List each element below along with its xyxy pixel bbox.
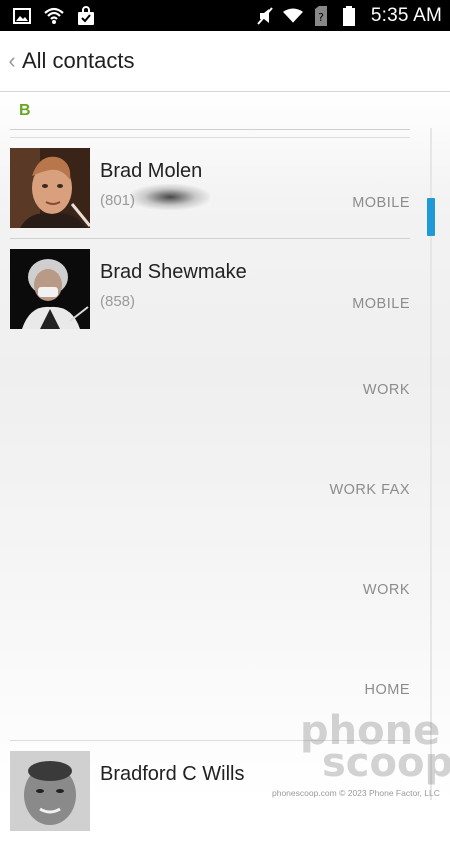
number-type-label: MOBILE — [352, 195, 410, 211]
phonescoop-watermark: phone scoop — [298, 711, 450, 795]
status-bar: ? 5:35 AM — [0, 0, 450, 31]
wifi-hotspot-icon — [44, 6, 64, 26]
wifi-icon — [282, 6, 303, 26]
contact-list[interactable]: B Brad Molen (801) MOBILE Brad Shewmake … — [0, 92, 450, 831]
back-chevron-icon: ‹ — [8, 48, 16, 73]
contact-name: Bradford C Wills — [100, 763, 245, 785]
contact-item-brad-molen[interactable]: Brad Molen (801) — [0, 138, 420, 238]
section-divider — [10, 129, 410, 130]
avatar — [10, 249, 90, 329]
status-time: 5:35 AM — [370, 4, 442, 26]
svg-text:?: ? — [318, 11, 324, 24]
avatar — [10, 148, 90, 228]
watermark-line2: scoop — [322, 740, 450, 786]
shopping-bag-check-icon — [76, 5, 96, 26]
number-type-label: WORK — [362, 582, 410, 598]
contact-number: (858) — [100, 293, 136, 310]
number-type-label: MOBILE — [352, 296, 410, 312]
watermark-footer: phonescoop.com © 2023 Phone Factor, LLC — [272, 788, 440, 798]
back-button[interactable]: ‹ All contacts — [0, 31, 135, 91]
scrollbar-thumb[interactable] — [427, 198, 435, 236]
no-sim-icon: ? — [311, 5, 331, 26]
number-type-label: HOME — [364, 682, 410, 698]
page-title: All contacts — [22, 48, 135, 73]
section-header-letter: B — [19, 102, 31, 119]
blur-redaction — [130, 184, 210, 210]
battery-icon — [339, 5, 359, 26]
contact-item-brad-shewmake[interactable]: Brad Shewmake (858) — [0, 239, 420, 339]
contact-name: Brad Molen — [100, 160, 203, 182]
number-type-label: WORK FAX — [329, 482, 410, 498]
avatar — [10, 751, 90, 831]
gallery-icon — [12, 6, 32, 26]
app-header: ‹ All contacts — [0, 31, 450, 92]
number-type-label: WORK — [362, 382, 410, 398]
contact-name: Brad Shewmake — [100, 261, 247, 283]
mute-icon — [255, 6, 275, 26]
